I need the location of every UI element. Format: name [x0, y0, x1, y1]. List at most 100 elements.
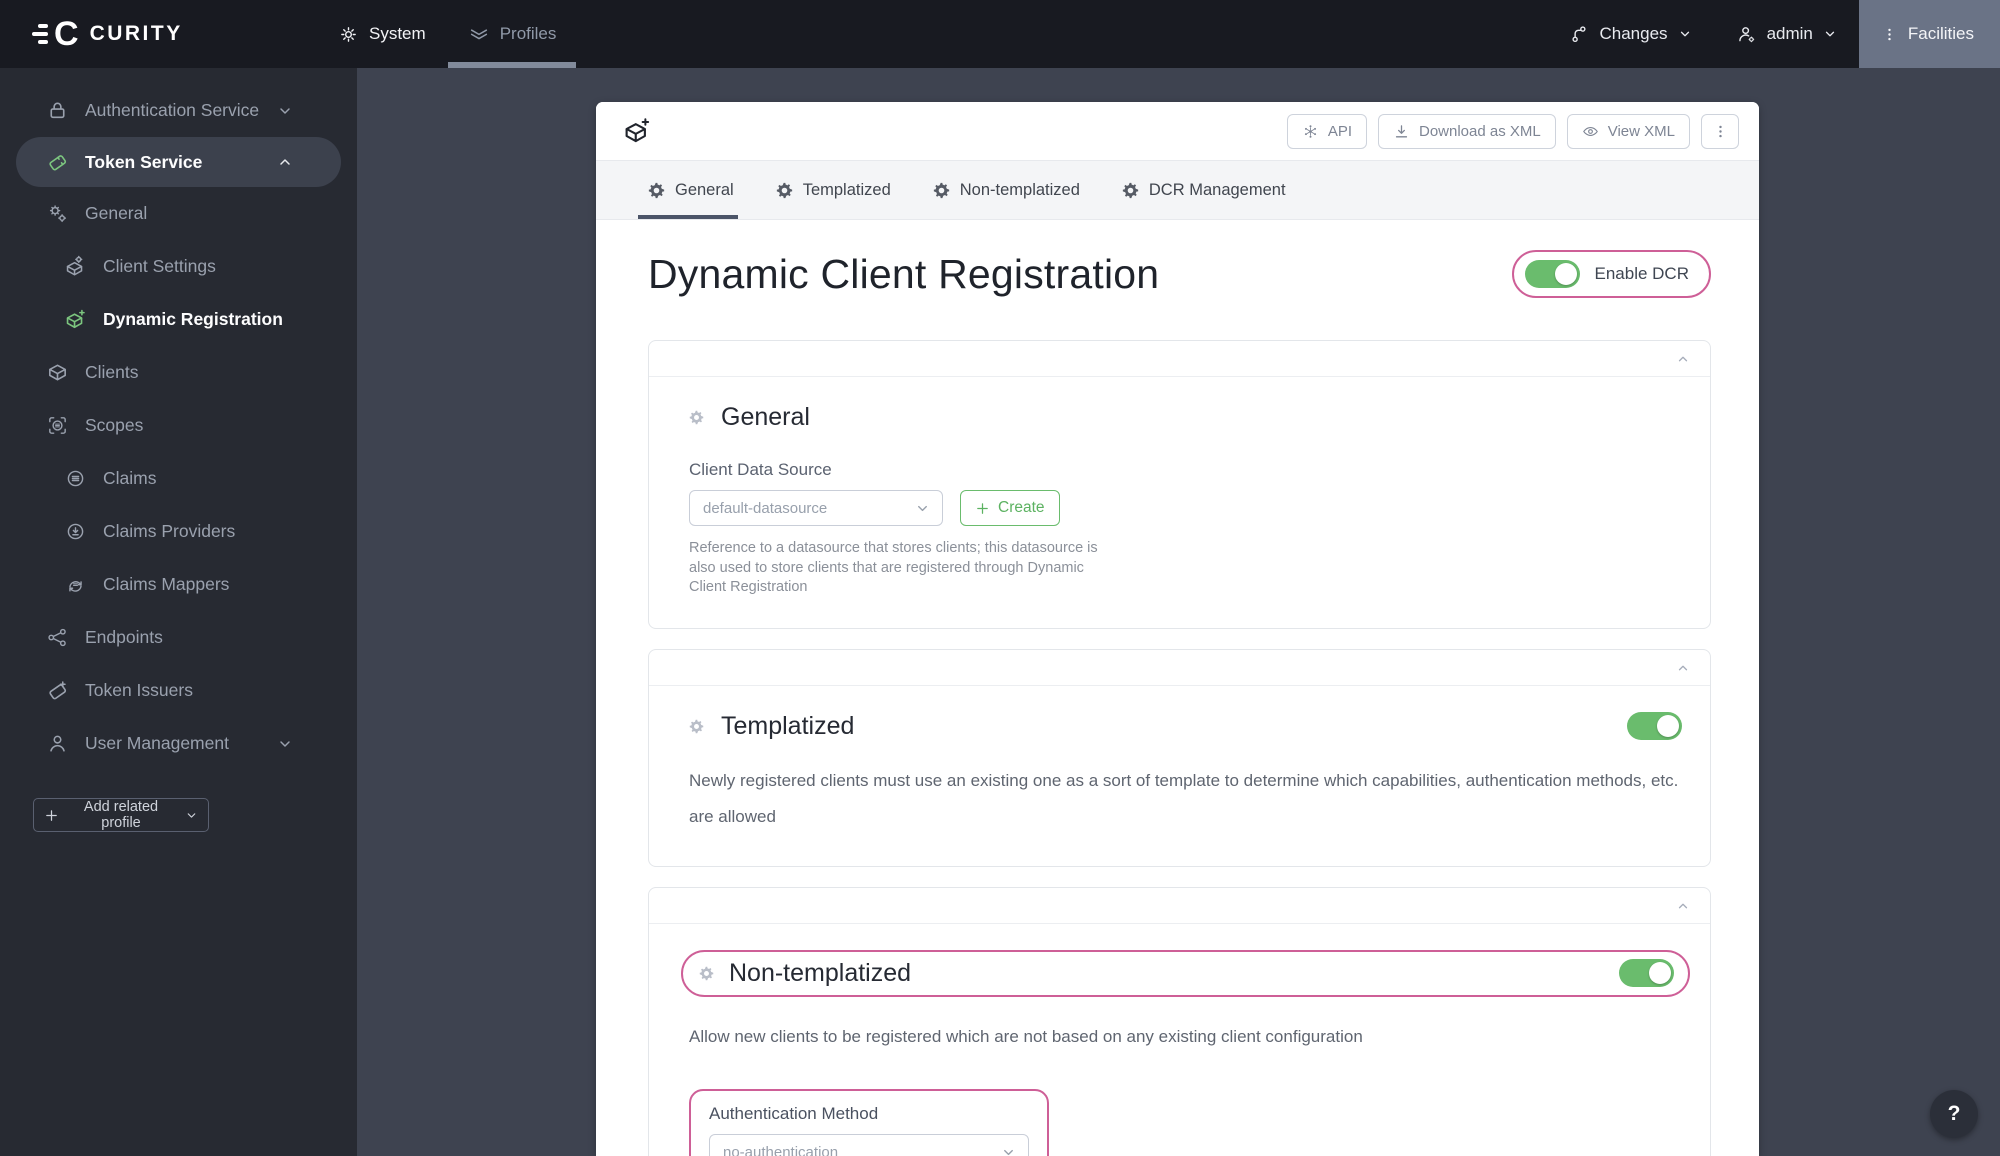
templatized-section: Templatized Newly registered clients mus… — [648, 648, 1711, 867]
lock-icon — [46, 99, 69, 122]
claims-circle-icon — [64, 467, 87, 490]
chevron-down-icon — [277, 103, 293, 119]
sidebar-item-endpoints[interactable]: Endpoints — [0, 611, 357, 664]
gear-icon — [338, 24, 359, 45]
kebab-menu-icon — [1712, 123, 1729, 140]
logo-c-glyph: C — [54, 14, 79, 53]
authentication-method-label: Authentication Method — [709, 1104, 879, 1124]
enable-dcr-label: Enable DCR — [1594, 264, 1690, 283]
api-nodes-icon — [1302, 123, 1319, 140]
user-menu[interactable]: admin — [1714, 0, 1859, 68]
logo-wordmark: CURITY — [89, 22, 183, 45]
logo-speedlines-icon — [30, 24, 48, 44]
api-button[interactable]: API — [1286, 113, 1367, 149]
authentication-method-select[interactable]: no-authentication — [709, 1134, 1029, 1156]
sidebar-item-dynamic-registration[interactable]: Dynamic Registration — [0, 293, 357, 346]
eye-icon — [1582, 123, 1599, 140]
cube-gear-icon — [64, 255, 87, 278]
download-xml-button[interactable]: Download as XML — [1378, 113, 1556, 149]
enable-dcr-toggle[interactable] — [1524, 260, 1580, 288]
add-related-profile-button[interactable]: Add related profile — [33, 798, 209, 832]
facilities-button[interactable]: Facilities — [1858, 0, 2000, 68]
chevron-up-icon[interactable] — [1676, 899, 1690, 913]
sidebar-item-token-issuers[interactable]: Token Issuers — [0, 664, 357, 717]
tab-general[interactable]: General — [638, 161, 738, 219]
card-tabbar: General Templatized Non-templatized DCR … — [596, 160, 1759, 220]
tab-system[interactable]: System — [330, 0, 434, 68]
chevron-down-icon — [277, 736, 293, 752]
help-button[interactable]: ? — [1930, 1090, 1978, 1138]
chevron-down-icon — [1823, 27, 1837, 41]
card-header-actions: API Download as XML View XML — [1286, 113, 1739, 149]
chevron-up-icon[interactable] — [1676, 661, 1690, 675]
templatized-description: Newly registered clients must use an exi… — [689, 770, 1679, 827]
user-gear-icon — [1736, 24, 1757, 45]
dcr-settings-card: API Download as XML View XML General Tem… — [596, 102, 1759, 1156]
chevron-down-icon — [1001, 1145, 1016, 1156]
templatized-collapse-strip — [649, 650, 1710, 686]
create-datasource-button[interactable]: Create — [960, 490, 1060, 526]
more-options-button[interactable] — [1701, 113, 1739, 149]
sidebar-item-general[interactable]: General — [0, 187, 357, 240]
gear-icon — [689, 410, 704, 425]
general-collapse-strip — [649, 341, 1710, 377]
top-tabs: System Profiles — [330, 0, 577, 68]
sidebar-item-clients[interactable]: Clients — [0, 346, 357, 399]
gear-icon — [776, 182, 793, 199]
chevron-up-icon[interactable] — [1676, 352, 1690, 366]
chevron-down-icon — [1678, 27, 1692, 41]
ticket-plus-icon — [46, 679, 69, 702]
gear-icon — [699, 966, 714, 981]
tab-profiles[interactable]: Profiles — [447, 0, 577, 68]
layers-icon — [468, 23, 490, 45]
gear-icon — [648, 182, 665, 199]
chevron-down-icon — [185, 809, 198, 822]
kebab-menu-icon — [1881, 26, 1898, 43]
user-icon — [46, 732, 69, 755]
client-data-source-help-text: Reference to a datasource that stores cl… — [689, 540, 1098, 596]
changes-menu[interactable]: Changes — [1547, 0, 1714, 68]
non-templatized-collapse-strip — [649, 888, 1710, 924]
scan-icon — [46, 414, 69, 437]
branch-icon — [1569, 24, 1590, 45]
sidebar-item-client-settings[interactable]: Client Settings — [0, 240, 357, 293]
enable-dcr-control[interactable]: Enable DCR — [1511, 250, 1711, 298]
tab-dcr-management[interactable]: DCR Management — [1122, 161, 1286, 219]
topbar-right-actions: Changes admin Facilities — [1547, 0, 2000, 68]
plus-icon — [44, 808, 59, 823]
sidebar-item-claims-mappers[interactable]: Claims Mappers — [0, 558, 357, 611]
card-content: Dynamic Client Registration Enable DCR G… — [596, 250, 1759, 1156]
non-templatized-section-title: Non-templatized — [729, 958, 912, 987]
share-nodes-icon — [46, 626, 69, 649]
authentication-method-focus-ring: Authentication Method no-authentication — [689, 1089, 1049, 1156]
sidebar-item-user-management[interactable]: User Management — [0, 717, 357, 770]
cube-plus-icon — [622, 116, 652, 146]
non-templatized-section: Non-templatized Allow new clients to be … — [648, 886, 1711, 1156]
sidebar-item-claims[interactable]: Claims — [0, 452, 357, 505]
general-section-title: General — [721, 403, 810, 431]
templatized-toggle[interactable] — [1627, 712, 1682, 741]
card-header: API Download as XML View XML — [596, 102, 1759, 160]
non-templatized-header-focus-ring: Non-templatized — [681, 949, 1690, 997]
ticket-icon — [46, 151, 69, 174]
curity-logo: C CURITY — [0, 0, 330, 68]
view-xml-button[interactable]: View XML — [1566, 113, 1690, 149]
gears-icon — [46, 202, 69, 225]
templatized-section-title: Templatized — [721, 711, 855, 740]
client-data-source-label: Client Data Source — [689, 460, 832, 479]
gear-icon — [1122, 182, 1139, 199]
sidebar-item-claims-providers[interactable]: Claims Providers — [0, 505, 357, 558]
client-data-source-select[interactable]: default-datasource — [689, 490, 943, 526]
non-templatized-toggle[interactable] — [1619, 959, 1674, 988]
page-title: Dynamic Client Registration — [648, 250, 1160, 297]
loop-arrows-icon — [64, 573, 87, 596]
sidebar-item-scopes[interactable]: Scopes — [0, 399, 357, 452]
sidebar-item-authentication-service[interactable]: Authentication Service — [0, 84, 357, 137]
chevron-up-icon — [277, 154, 293, 170]
sidebar-item-token-service[interactable]: Token Service — [16, 137, 341, 187]
tab-templatized[interactable]: Templatized — [776, 161, 891, 219]
non-templatized-description: Allow new clients to be registered which… — [689, 1026, 1363, 1046]
general-section: General Client Data Source default-datas… — [648, 340, 1711, 629]
plus-icon — [975, 501, 990, 516]
tab-non-templatized[interactable]: Non-templatized — [933, 161, 1080, 219]
